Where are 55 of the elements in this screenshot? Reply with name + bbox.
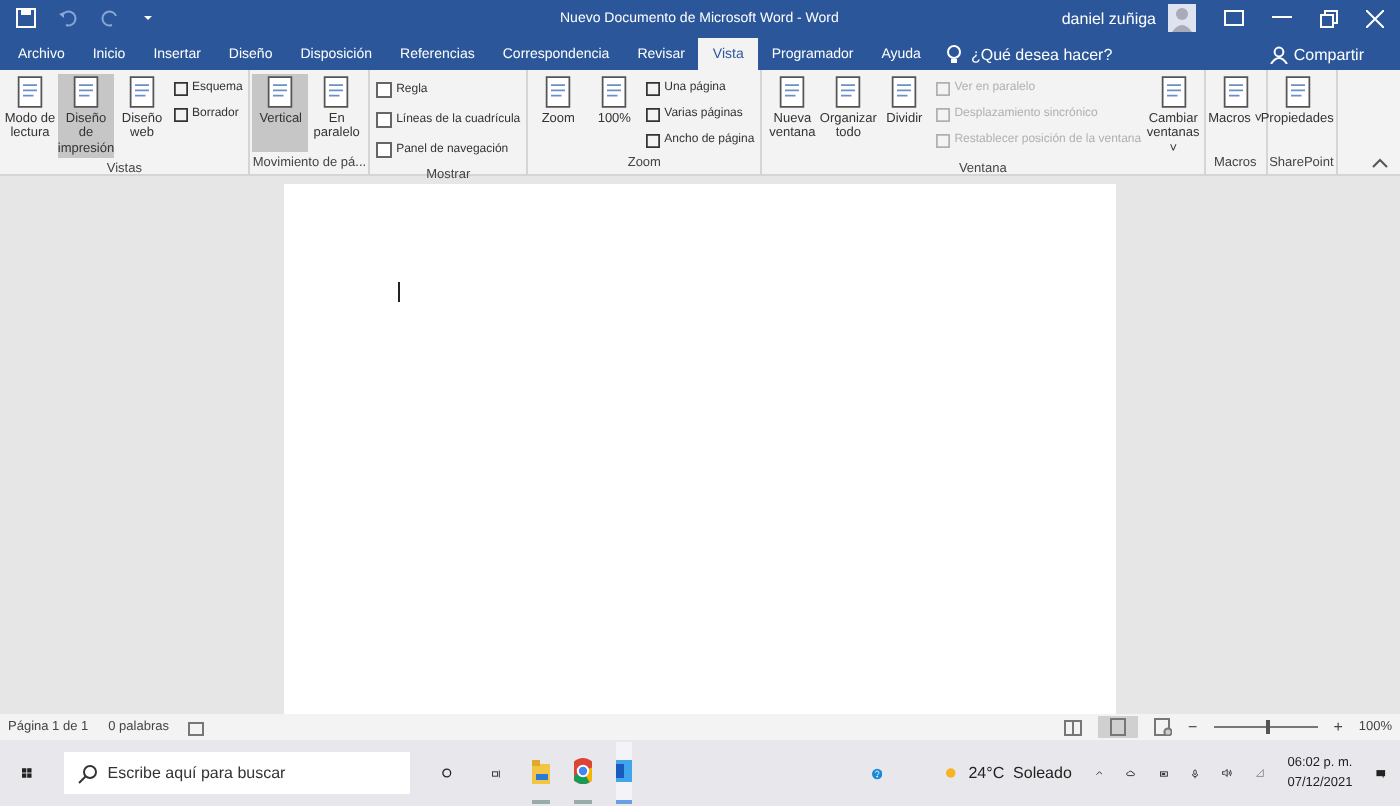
checkbox-square[interactable] — [376, 142, 393, 158]
page-icon — [1221, 76, 1250, 108]
print-layout-icon[interactable] — [1098, 716, 1139, 738]
save-icon[interactable] — [16, 8, 36, 28]
weather-text[interactable]: 24°C Soleado — [968, 764, 1072, 782]
collapse-ribbon-icon[interactable] — [1372, 158, 1388, 168]
windows-start-icon[interactable] — [22, 762, 32, 784]
read-mode-icon[interactable] — [1064, 719, 1083, 735]
page-icon — [16, 76, 44, 108]
web-layout-icon[interactable] — [1154, 718, 1173, 736]
square-icon — [936, 107, 951, 121]
person-icon — [1269, 45, 1288, 63]
speaker-icon[interactable] — [1222, 764, 1232, 782]
restore-icon[interactable] — [1320, 9, 1338, 27]
square-icon — [646, 81, 661, 95]
redo-icon[interactable] — [100, 8, 120, 28]
page-icon — [72, 76, 100, 108]
page-icon — [778, 76, 807, 108]
tell-me-field[interactable]: ¿Qué desea hacer? — [970, 45, 1151, 63]
ribbon-display-icon[interactable] — [1224, 10, 1244, 26]
zoom-out-button[interactable]: − — [1188, 718, 1198, 736]
share-button[interactable]: Compartir — [1257, 38, 1376, 70]
close-icon[interactable] — [1366, 9, 1384, 27]
square-icon — [936, 81, 951, 95]
page-icon — [890, 76, 919, 108]
proofing-icon[interactable] — [188, 719, 205, 735]
square-icon — [646, 107, 661, 121]
search-icon — [77, 764, 98, 784]
minimize-icon[interactable] — [1272, 16, 1292, 20]
page-icon — [322, 76, 351, 108]
checkbox-square[interactable] — [376, 82, 393, 98]
word-icon[interactable] — [615, 742, 633, 804]
user-name: daniel zuñiga — [1061, 9, 1156, 27]
page-icon — [600, 76, 629, 108]
page-outline-icon — [1110, 718, 1127, 736]
zoom-thumb[interactable] — [1265, 720, 1270, 734]
battery-icon[interactable] — [1159, 767, 1169, 779]
checkbox-square[interactable] — [376, 112, 393, 128]
page-icon — [544, 76, 573, 108]
zoom-in-button[interactable]: + — [1333, 718, 1343, 736]
taskbar-search-field[interactable]: Escribe aquí para buscar — [63, 752, 410, 794]
text-cursor — [398, 282, 400, 302]
square-icon — [174, 81, 188, 95]
page-icon — [834, 76, 863, 108]
square-icon — [936, 133, 951, 147]
dropdown-icon[interactable] — [142, 12, 154, 24]
cloud-icon[interactable] — [1126, 766, 1136, 780]
square-icon — [646, 133, 661, 147]
page-icon — [266, 76, 295, 108]
square-icon — [174, 107, 188, 121]
page-icon — [128, 76, 156, 108]
page-icon — [1159, 76, 1188, 108]
page-icon — [1283, 76, 1312, 108]
undo-icon[interactable] — [58, 8, 78, 28]
lightbulb-icon — [946, 44, 963, 64]
